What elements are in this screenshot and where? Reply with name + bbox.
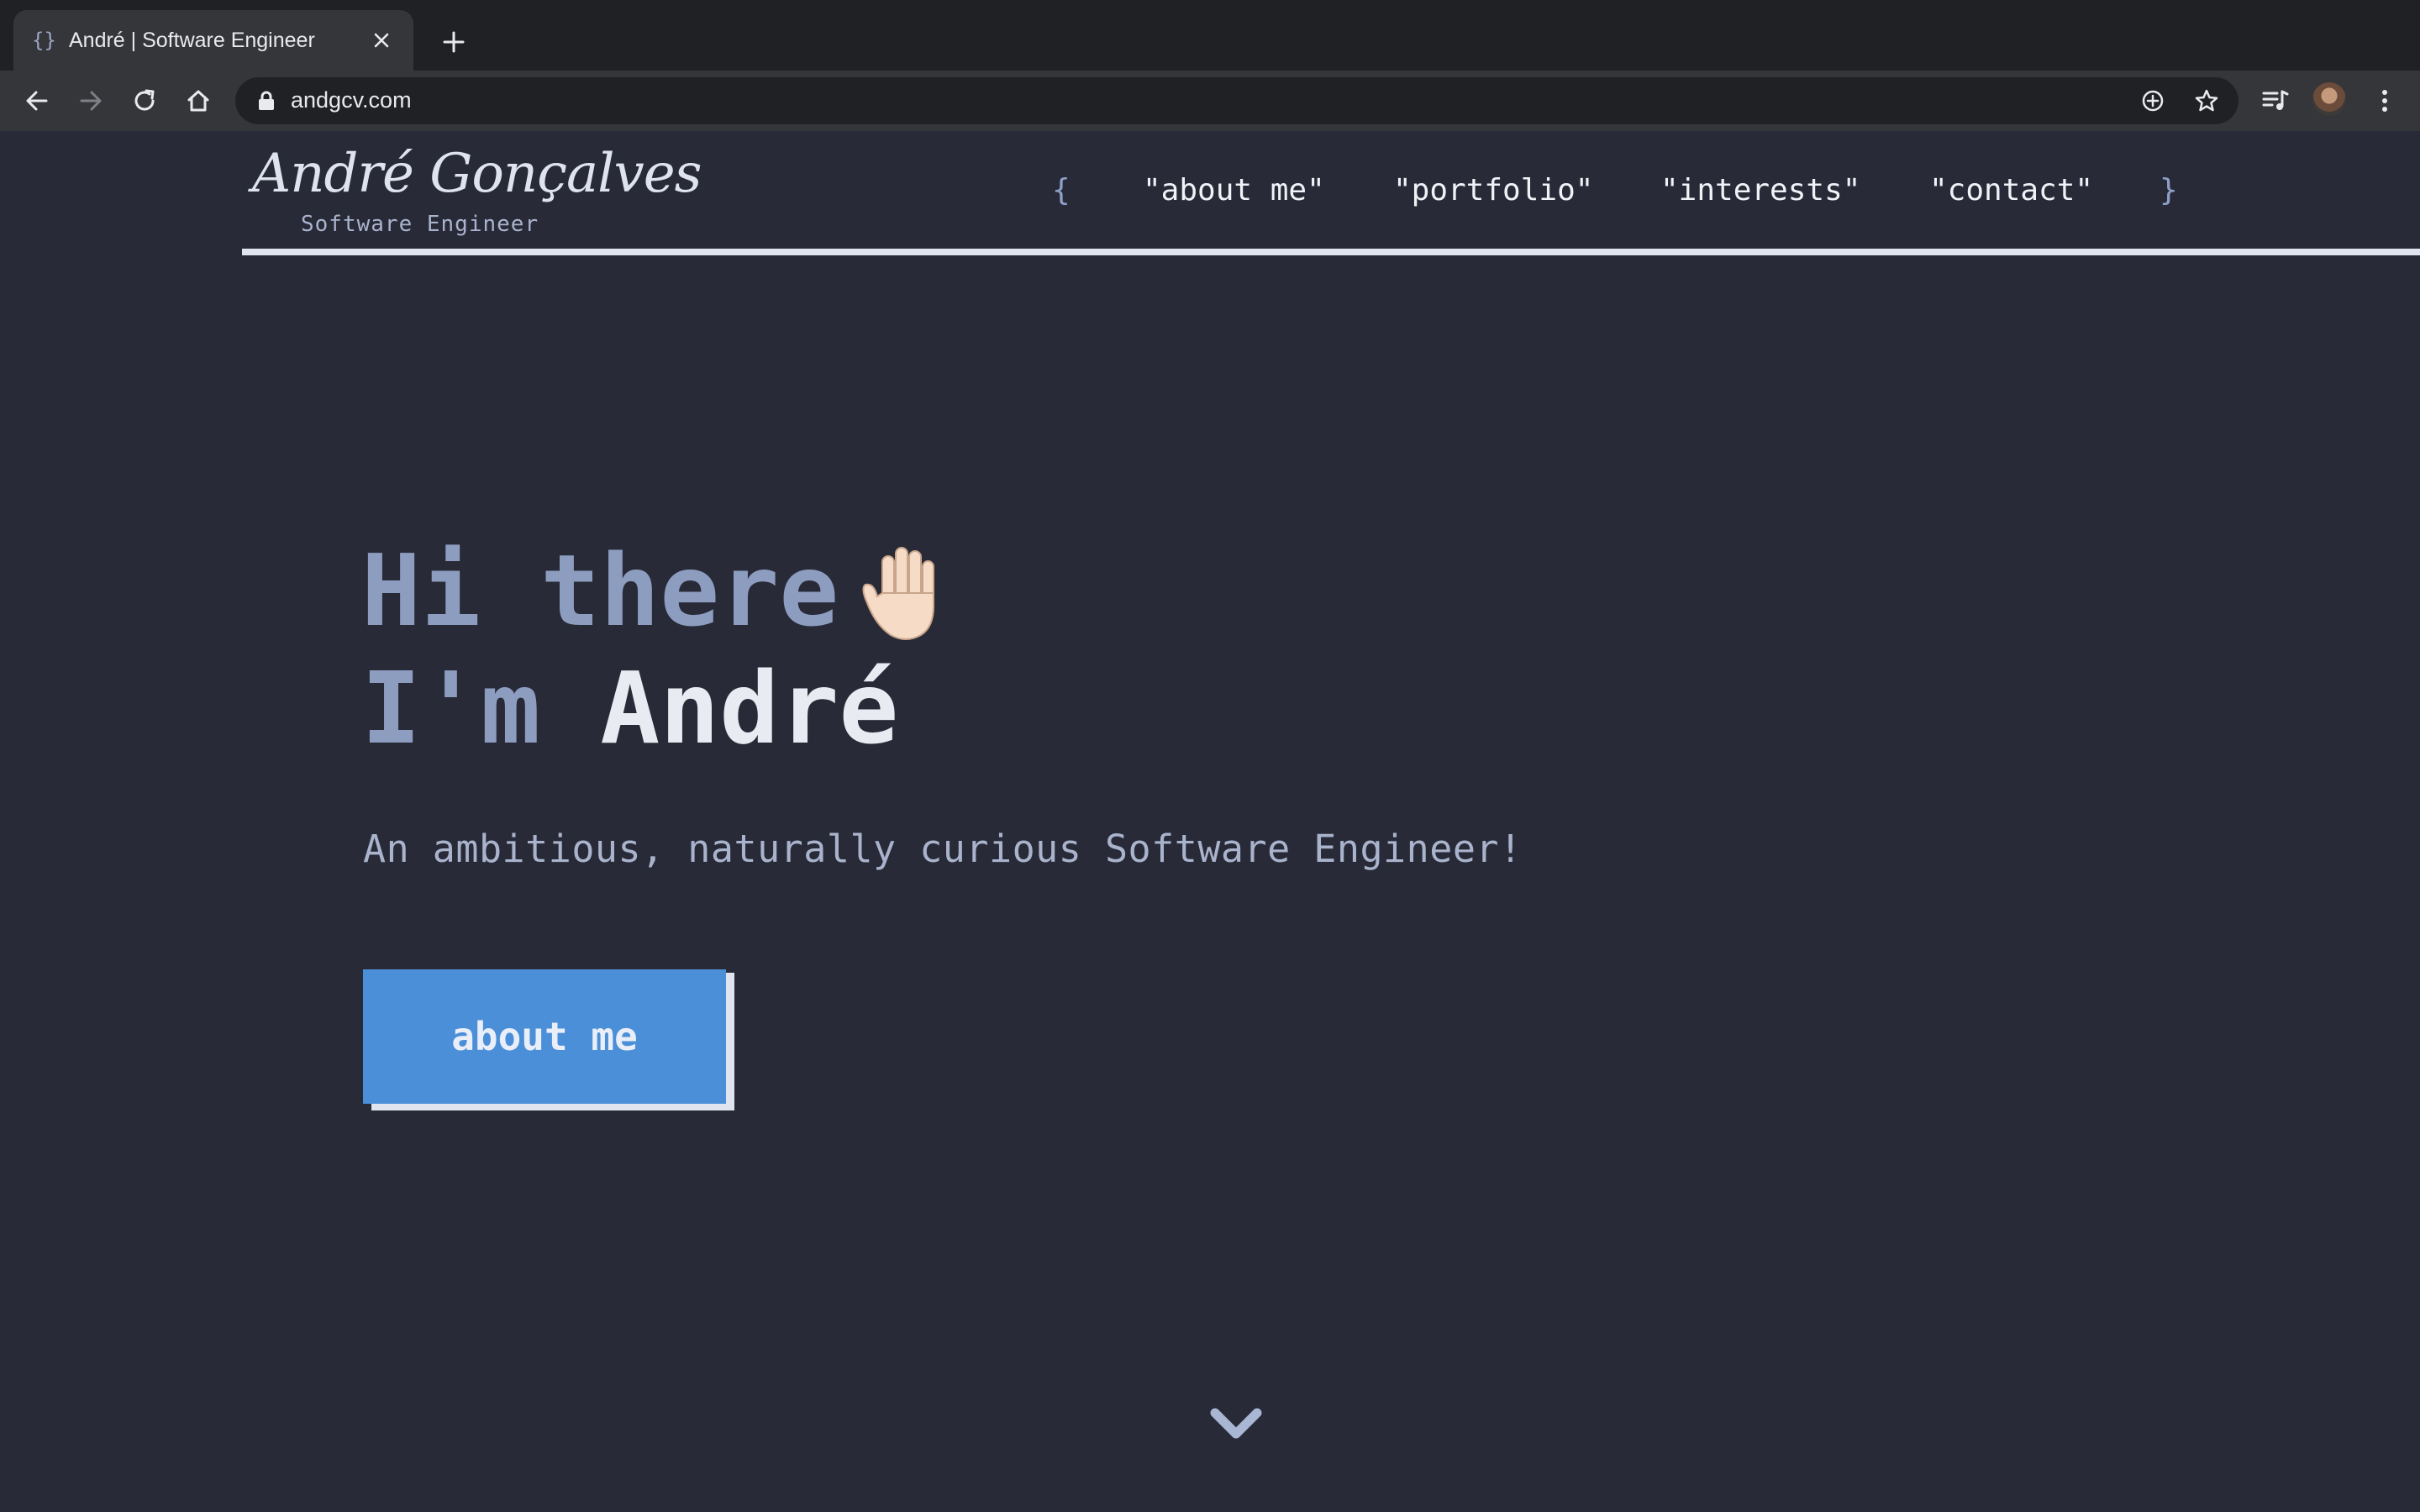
browser-tab-bar: {} André | Software Engineer [0, 0, 2420, 71]
nav-divider [242, 249, 2420, 255]
install-app-icon[interactable] [2139, 87, 2166, 114]
brand-name[interactable]: André Gonçalves [252, 143, 702, 205]
hero-tagline: An ambitious, naturally curious Software… [363, 827, 1523, 871]
hero-intro: I'm André [361, 659, 898, 758]
nav-item-interests[interactable]: "interests" [1660, 173, 1860, 207]
lock-icon [257, 91, 276, 111]
reload-icon[interactable] [128, 84, 161, 118]
forward-icon[interactable] [74, 84, 108, 118]
chevron-down-icon[interactable] [1210, 1408, 1262, 1441]
profile-avatar[interactable] [2312, 82, 2346, 116]
hero-intro-name: André [600, 650, 899, 766]
close-icon[interactable] [368, 27, 395, 54]
back-icon[interactable] [20, 84, 54, 118]
hero-intro-prefix: I'm [361, 650, 541, 766]
bookmark-star-icon[interactable] [2193, 87, 2220, 114]
url-text: andgcv.com [291, 87, 412, 113]
new-tab-icon[interactable] [437, 25, 471, 59]
address-bar[interactable]: andgcv.com [235, 77, 2238, 124]
nav-item-portfolio[interactable]: "portfolio" [1393, 173, 1593, 207]
hero-greeting: Hi there [361, 533, 839, 648]
browser-toolbar: andgcv.com [0, 71, 2420, 131]
home-icon[interactable] [182, 84, 215, 118]
web-page: André Gonçalves Software Engineer { "abo… [0, 131, 2420, 1512]
nav-item-contact[interactable]: "contact" [1929, 173, 2093, 207]
media-control-icon[interactable] [2259, 84, 2292, 118]
tab-title: André | Software Engineer [69, 28, 315, 52]
nav-item-about-me[interactable]: "about me" [1143, 173, 1325, 207]
browser-tab[interactable]: {} André | Software Engineer [13, 10, 413, 71]
nav-close-brace: } [2160, 173, 2178, 207]
brand-subtitle: Software Engineer [301, 212, 539, 237]
kebab-menu-icon[interactable] [2368, 84, 2402, 118]
favicon-icon: {} [32, 29, 56, 52]
raised-hand-icon [862, 547, 935, 640]
about-me-button[interactable]: about me [363, 969, 726, 1104]
nav-open-brace: { [1052, 173, 1071, 207]
